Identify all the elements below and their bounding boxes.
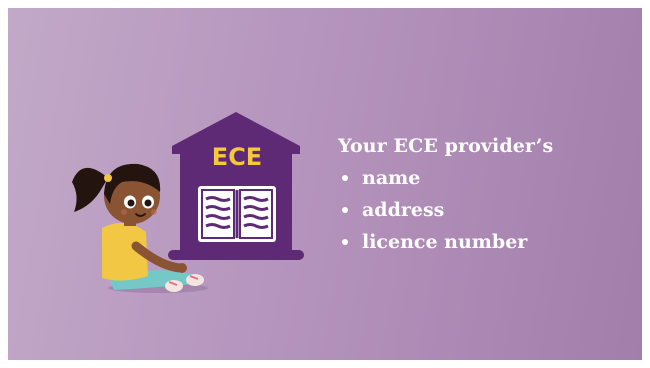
bullet-icon <box>342 207 348 213</box>
list-item-label: licence number <box>362 231 528 253</box>
bullet-icon <box>342 239 348 245</box>
info-card: ECE Your ECE provider’s name address lic… <box>8 8 642 360</box>
info-heading: Your ECE provider’s <box>338 135 554 157</box>
list-item: address <box>338 194 628 226</box>
provider-info: Your ECE provider’s name address licence… <box>338 132 628 258</box>
list-item: name <box>338 162 628 194</box>
list-item: licence number <box>338 226 628 258</box>
info-list: name address licence number <box>338 162 628 258</box>
list-item-label: address <box>362 199 445 221</box>
open-book-icon <box>198 186 276 242</box>
bullet-icon <box>342 175 348 181</box>
house-sign-text: ECE <box>212 143 262 171</box>
ece-illustration: ECE <box>72 112 304 293</box>
list-item-label: name <box>362 167 421 189</box>
